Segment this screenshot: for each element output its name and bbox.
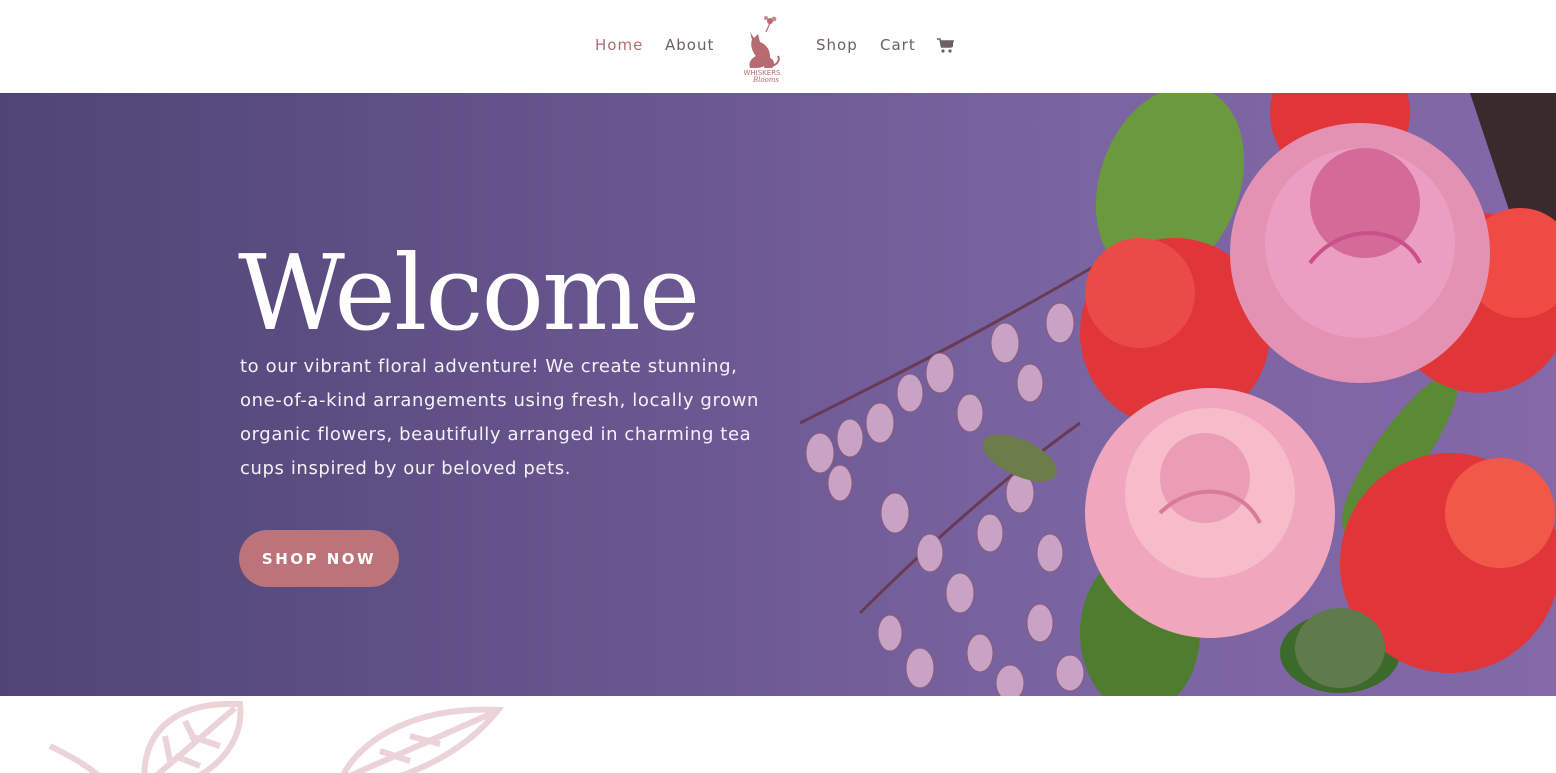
shop-now-button[interactable]: SHOP NOW bbox=[239, 530, 399, 587]
nav-about-link[interactable]: About bbox=[665, 36, 714, 54]
hero-title: Welcome bbox=[238, 232, 700, 354]
decorative-leaves bbox=[48, 700, 504, 773]
nav-home-link[interactable]: Home bbox=[595, 36, 643, 54]
whiskers-blooms-logo[interactable]: WHISKERS Blooms bbox=[736, 12, 788, 84]
cart-icon[interactable] bbox=[937, 38, 955, 54]
logo-text-bottom: Blooms bbox=[752, 76, 779, 84]
nav-cart-link[interactable]: Cart bbox=[880, 36, 916, 54]
hero-description: to our vibrant floral adventure! We crea… bbox=[240, 356, 759, 479]
nav-shop-link[interactable]: Shop bbox=[816, 36, 858, 54]
site-header: Home About WHISKERS Blooms Shop Cart bbox=[0, 0, 1556, 93]
hero-section: Welcome to our vibrant floral adventure!… bbox=[0, 93, 1556, 696]
flower-arrangement-image bbox=[799, 93, 1556, 696]
